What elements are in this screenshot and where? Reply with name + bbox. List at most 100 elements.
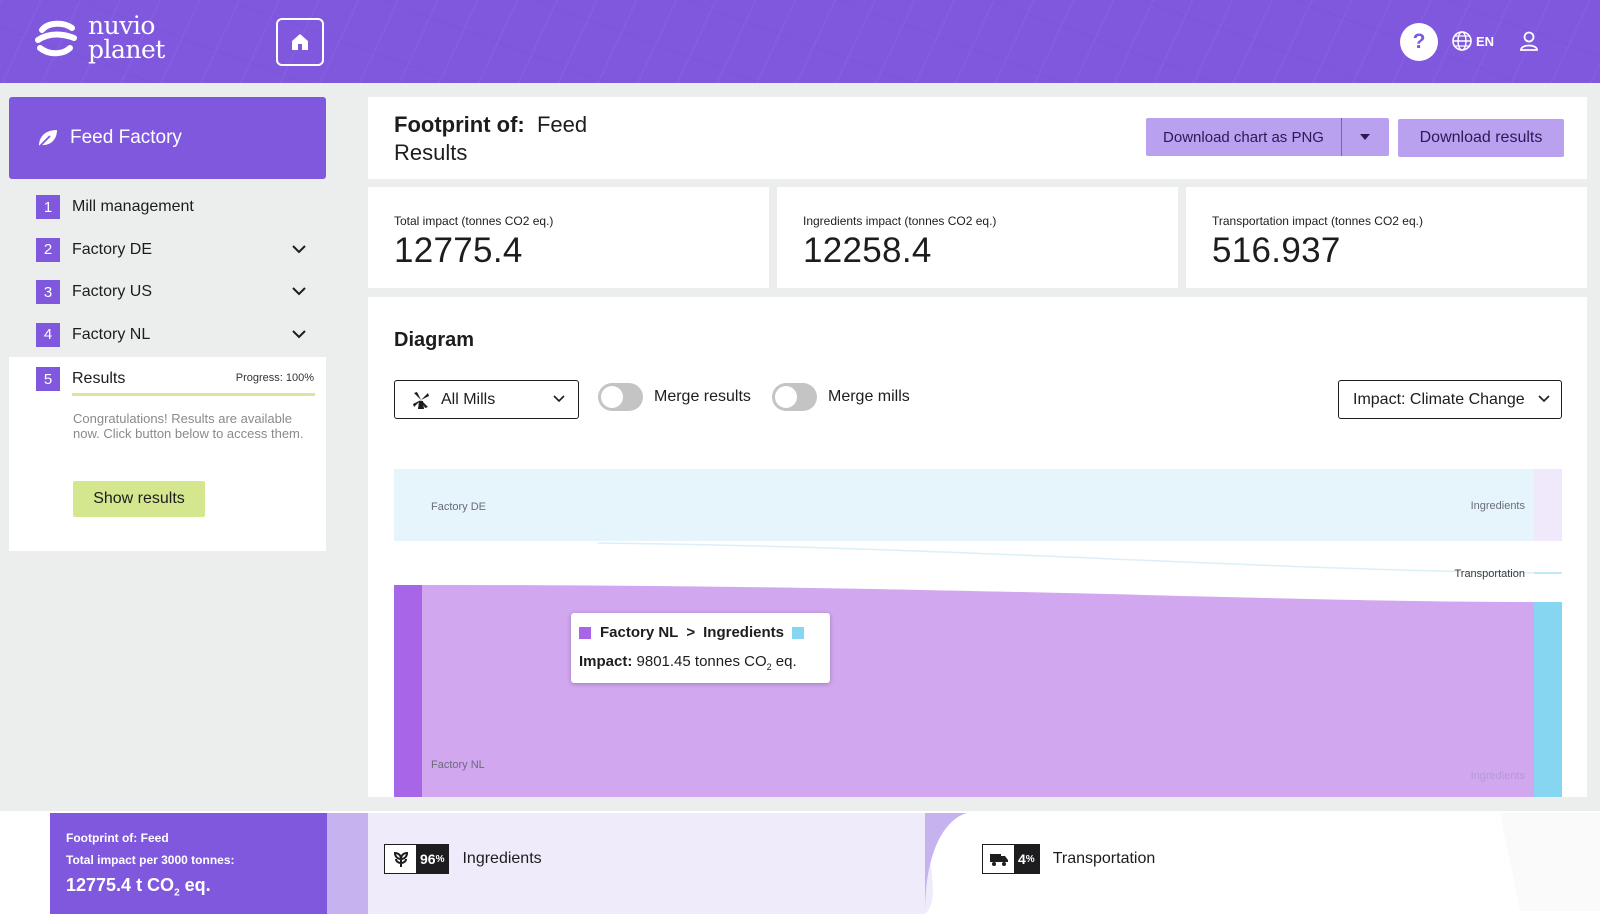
toggle-knob [775, 386, 797, 408]
summary-subtitle: Total impact per 3000 tonnes: [66, 853, 235, 867]
stat-value: 12775.4 [394, 231, 523, 270]
sankey-label-factory-nl: Factory NL [431, 759, 485, 771]
truck-icon [983, 845, 1014, 873]
toggle-track [772, 383, 817, 411]
tooltip-arrow: > [686, 624, 696, 641]
caret-down-icon [1360, 134, 1370, 140]
progress-fill [72, 393, 315, 396]
home-button[interactable] [276, 18, 324, 66]
stat-label: Ingredients impact (tonnes CO2 eq.) [803, 214, 997, 228]
category-percent: 4% [1014, 845, 1039, 873]
title-line2: Results [394, 140, 468, 165]
sankey-node-ingredients-top[interactable] [1534, 469, 1562, 541]
step-label: Mill management [72, 198, 194, 216]
summary-title: Footprint of: Feed [66, 831, 169, 845]
user-icon [1520, 31, 1538, 51]
question-icon: ? [1412, 30, 1426, 53]
user-account-button[interactable] [1518, 30, 1540, 57]
sankey-flow-transport-thin[interactable] [597, 542, 1563, 574]
step-factory-nl[interactable]: 4 Factory NL [9, 314, 326, 357]
step-number: 2 [36, 237, 60, 262]
results-step-row[interactable]: 5 Results Progress: 100% [36, 367, 314, 391]
logo-line2: planet [88, 35, 165, 64]
language-selector[interactable]: EN [1451, 30, 1494, 52]
progress-text: Progress: 100% [235, 372, 314, 384]
percent-value: 96 [420, 851, 436, 867]
download-options-dropdown[interactable] [1341, 118, 1388, 156]
chevron-down-icon[interactable] [290, 242, 308, 256]
footer-summary: Footprint of: Feed Total impact per 3000… [0, 811, 1600, 914]
category-badge: 4% [982, 844, 1040, 874]
logo[interactable]: nuvio planet [34, 13, 165, 64]
title-prefix: Footprint of: [394, 112, 525, 137]
step-number: 4 [36, 322, 60, 347]
step-label: Factory DE [72, 240, 153, 258]
tooltip-target: Ingredients [703, 624, 784, 641]
footprint-summary-card: Footprint of: Feed Total impact per 3000… [50, 813, 327, 914]
chevron-down-icon[interactable] [290, 327, 308, 341]
download-results-button[interactable]: Download results [1398, 119, 1564, 157]
logo-text: nuvio planet [88, 13, 165, 64]
download-chart-png-button[interactable]: Download chart as PNG [1146, 118, 1389, 156]
chevron-down-icon [553, 395, 565, 403]
tooltip-header: Factory NL > Ingredients [579, 624, 804, 641]
sankey-flow-factory-de[interactable] [394, 469, 1534, 541]
sankey-node-factory-nl[interactable] [394, 585, 422, 797]
tooltip-impact-unit: eq. [771, 653, 797, 670]
sankey-label-ingredients-bottom: Ingredients [1471, 770, 1526, 782]
plant-icon [385, 845, 416, 873]
step-factory-us[interactable]: 3 Factory US [9, 271, 326, 314]
globe-icon [1452, 31, 1472, 51]
sankey-label-factory-de: Factory DE [431, 501, 486, 513]
show-results-button[interactable]: Show results [73, 481, 205, 517]
source-color-swatch [579, 626, 591, 639]
summary-unit: eq. [179, 875, 211, 895]
diagram-panel: Factory DE Ingredients Transportation Fa… [368, 297, 1587, 797]
project-header[interactable]: Feed Factory [9, 97, 326, 179]
merge-results-toggle[interactable]: Merge results [598, 383, 751, 411]
diagram-title: Diagram [394, 329, 475, 351]
stat-label: Total impact (tonnes CO2 eq.) [394, 214, 554, 228]
congrats-message: Congratulations! Results are available n… [73, 411, 304, 441]
stat-value: 516.937 [1212, 231, 1341, 270]
language-label: EN [1476, 33, 1495, 49]
footprint-title-panel: Footprint of: Feed Results Download char… [368, 97, 1587, 179]
nuvio-logo-icon [35, 20, 77, 57]
project-name: Feed Factory [70, 127, 182, 148]
merge-mills-toggle[interactable]: Merge mills [772, 383, 910, 411]
tooltip-source: Factory NL [600, 624, 679, 641]
tooltip-impact: Impact: 9801.45 tonnes CO2 eq. [579, 653, 797, 672]
category-label: Transportation [1052, 850, 1156, 867]
page-title: Footprint of: Feed Results [394, 111, 587, 167]
chevron-down-icon[interactable] [290, 284, 308, 298]
summary-value: 12775.4 t CO [66, 875, 175, 895]
step-results: 5 Results Progress: 100% Congratulations… [9, 357, 326, 551]
toggle-track [598, 383, 643, 411]
sankey-diagram: Factory DE Ingredients Transportation Fa… [394, 469, 1563, 797]
step-mill-management[interactable]: 1 Mill management [9, 186, 326, 229]
category-ingredients[interactable]: 96% Ingredients [384, 844, 542, 874]
progress-bar [72, 393, 315, 396]
step-number: 5 [36, 367, 60, 391]
mill-select[interactable]: All Mills [394, 380, 579, 419]
total-impact-card: Total impact (tonnes CO2 eq.) 12775.4 [368, 187, 769, 288]
merge-results-label: Merge results [654, 388, 751, 405]
home-icon [292, 34, 308, 50]
steps-list: 1 Mill management 2 Factory DE 3 Factory… [9, 186, 326, 356]
category-label: Ingredients [462, 850, 542, 867]
stat-value: 12258.4 [803, 231, 932, 270]
download-chart-label: Download chart as PNG [1163, 128, 1324, 146]
top-bar: nuvio planet ? EN [0, 0, 1600, 83]
sankey-node-transport[interactable] [1534, 602, 1562, 797]
step-number: 3 [36, 280, 60, 305]
impact-select[interactable]: Impact: Climate Change [1338, 380, 1562, 419]
step-label: Factory US [72, 283, 153, 301]
chevron-down-icon [1538, 395, 1550, 403]
help-button[interactable]: ? [1400, 23, 1438, 61]
step-number: 1 [36, 195, 60, 220]
percent-unit: % [435, 853, 445, 865]
category-transportation[interactable]: 4% Transportation [982, 844, 1155, 874]
step-factory-de[interactable]: 2 Factory DE [9, 229, 326, 272]
category-percent: 96% [416, 845, 449, 873]
target-color-swatch [791, 626, 804, 639]
